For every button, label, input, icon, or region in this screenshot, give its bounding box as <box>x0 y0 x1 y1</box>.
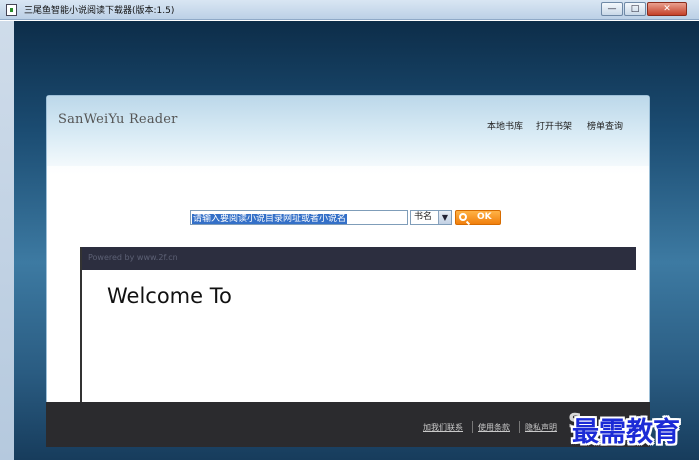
window-title-bar: 三尾鱼智能小说阅读下载器(版本:1.5) — □ ✕ <box>0 0 699 20</box>
window-title: 三尾鱼智能小说阅读下载器(版本:1.5) <box>24 6 175 16</box>
nav-open-bookshelf[interactable]: 打开书架 <box>536 119 572 132</box>
reader-panel: SanWeiYu Reader 本地书库 打开书架 榜单查询 请输入要阅读小说目… <box>46 95 650 414</box>
maximize-button[interactable]: □ <box>624 2 646 16</box>
watermark: 最需教育 <box>572 417 680 448</box>
powered-by-text: Powered by www.2f.cn <box>88 253 178 262</box>
search-type-value: 书名 <box>414 212 433 222</box>
nav-ranking-query[interactable]: 榜单查询 <box>587 119 623 132</box>
footer-link-privacy[interactable]: 隐私声明 <box>525 422 557 433</box>
viewer-top-bar: Powered by www.2f.cn <box>82 247 636 270</box>
minimize-button[interactable]: — <box>601 2 623 16</box>
nav-local-library[interactable]: 本地书库 <box>487 119 523 132</box>
search-icon <box>459 213 467 221</box>
search-input[interactable]: 请输入要阅读小说目录网址或者小说名 <box>190 210 408 225</box>
welcome-heading: Welcome To <box>107 284 232 308</box>
search-ok-button[interactable]: OK <box>455 210 501 225</box>
footer-link-contact[interactable]: 加我们联系 <box>423 422 463 433</box>
content-viewer: Powered by www.2f.cn Welcome To <box>80 247 636 414</box>
footer-link-terms[interactable]: 使用条款 <box>478 422 510 433</box>
app-icon <box>6 4 17 16</box>
close-button[interactable]: ✕ <box>647 2 687 16</box>
ok-label: OK <box>477 212 492 222</box>
chevron-down-icon[interactable]: ▼ <box>438 211 451 224</box>
footer: 加我们联系 使用条款 隐私声明 S <box>46 402 650 447</box>
footer-separator <box>472 421 473 433</box>
search-input-value: 请输入要阅读小说目录网址或者小说名 <box>192 214 348 224</box>
header: SanWeiYu Reader 本地书库 打开书架 榜单查询 <box>47 96 649 166</box>
window-border <box>0 21 14 460</box>
footer-separator <box>519 421 520 433</box>
app-logo: SanWeiYu Reader <box>58 112 178 127</box>
search-type-select[interactable]: 书名 ▼ <box>410 210 452 225</box>
